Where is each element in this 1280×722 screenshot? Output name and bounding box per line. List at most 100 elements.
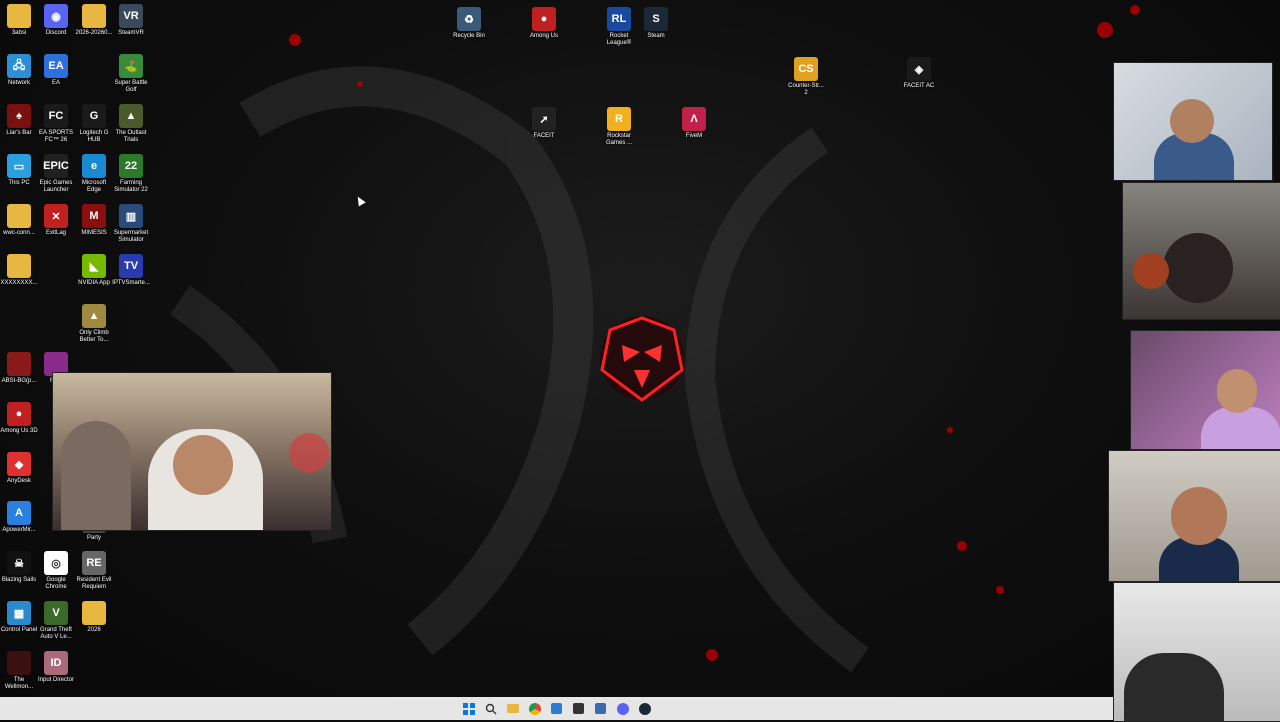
- desktop-icon-label: ApowerMir...: [2, 527, 36, 533]
- discord-icon[interactable]: [615, 701, 631, 717]
- desktop-icon-label: Super Battle Golf: [114, 80, 148, 93]
- desktop-icon-label: Network: [7, 80, 30, 86]
- desktop-icon[interactable]: ID Input Director: [37, 651, 75, 684]
- desktop-icon[interactable]: 22 Farming Simulator 22: [112, 154, 150, 194]
- app-icon: VR: [119, 4, 143, 28]
- desktop-icon[interactable]: XXXXXXXX...: [0, 254, 38, 287]
- desktop-icon-label: Among Us 3D: [0, 428, 38, 434]
- desktop-icon[interactable]: ▭ This PC: [0, 154, 38, 187]
- desktop-icon-label: XXXXXXXX...: [0, 280, 38, 286]
- app-icon: 22: [119, 154, 143, 178]
- desktop-icon[interactable]: V Grand Theft Auto V Le...: [37, 601, 75, 641]
- desktop-icon[interactable]: FC EA SPORTS FC™ 26: [37, 104, 75, 144]
- desktop-icon[interactable]: ▲ Only Climb Better To...: [75, 304, 113, 344]
- app-icon: ✕: [44, 204, 68, 228]
- desktop-icon-label: Liar's Bar: [6, 130, 32, 136]
- desktop-icon[interactable]: ◈ FACEIT AC: [900, 57, 938, 90]
- webcam-feed-4: [1108, 450, 1280, 582]
- app-icon: S: [644, 7, 668, 31]
- file-explorer-icon[interactable]: [505, 701, 521, 717]
- desktop-icon[interactable]: ➚ FACEIT: [525, 107, 563, 140]
- desktop-icon[interactable]: EPIC Epic Games Launcher: [37, 154, 75, 194]
- desktop-icon[interactable]: 3absi: [0, 4, 38, 37]
- desktop-icon[interactable]: ◉ Discord: [37, 4, 75, 37]
- person-left: [61, 421, 131, 530]
- app-icon: ♠: [7, 104, 31, 128]
- app-icon: e: [82, 154, 106, 178]
- app-icon: ▥: [119, 204, 143, 228]
- store-icon[interactable]: [549, 701, 565, 717]
- app-icon: A: [7, 501, 31, 525]
- desktop-icon[interactable]: ● Among Us: [525, 7, 563, 40]
- start-icon[interactable]: [461, 701, 477, 717]
- desktop-icon[interactable]: ◆ AnyDesk: [0, 452, 38, 485]
- desktop-icon[interactable]: wwc-conn...: [0, 204, 38, 237]
- desktop-icon[interactable]: 2026-20260...: [75, 4, 113, 37]
- terminal-icon[interactable]: [593, 701, 609, 717]
- app-icon: ◈: [907, 57, 931, 81]
- app-icon: FC: [44, 104, 68, 128]
- desktop-icon[interactable]: Λ FiveM: [675, 107, 713, 140]
- desktop-icon[interactable]: e Microsoft Edge: [75, 154, 113, 194]
- desktop-icon[interactable]: M MIMESIS: [75, 204, 113, 237]
- app-icon: [7, 651, 31, 675]
- desktop-icon-label: Recycle Bin: [453, 33, 485, 39]
- desktop-icon-label: wwc-conn...: [3, 230, 35, 236]
- desktop-icon[interactable]: ▲ The Outlast Trials: [112, 104, 150, 144]
- desktop-icon[interactable]: ● Among Us 3D: [0, 402, 38, 435]
- desktop-icon-label: Resident Evil Requiem: [76, 577, 112, 590]
- desktop-icon-label: EA SPORTS FC™ 26: [39, 130, 73, 143]
- desktop-icon[interactable]: ♻ Recycle Bin: [450, 7, 488, 40]
- app-icon: ◆: [7, 452, 31, 476]
- desktop-icon-label: Epic Games Launcher: [39, 180, 73, 193]
- xbox-icon[interactable]: [571, 701, 587, 717]
- desktop-icon[interactable]: 2026: [75, 601, 113, 634]
- webcam-feed-main: [52, 372, 332, 531]
- desktop-icon[interactable]: G Logitech G HUB: [75, 104, 113, 144]
- app-icon: R: [607, 107, 631, 131]
- app-icon: ID: [44, 651, 68, 675]
- desktop-icon-label: Only Climb Better To...: [79, 330, 109, 343]
- desktop-icon[interactable]: ▥ Supermarket Simulator: [112, 204, 150, 244]
- desktop-icon[interactable]: EA EA: [37, 54, 75, 87]
- desktop-icon-label: MIMESIS: [81, 230, 107, 236]
- desktop-icon[interactable]: ▦ Control Panel: [0, 601, 38, 634]
- steam-icon[interactable]: [637, 701, 653, 717]
- desktop-icon[interactable]: CS Counter-Str... 2: [787, 57, 825, 97]
- desktop-icon[interactable]: ⛳ Super Battle Golf: [112, 54, 150, 94]
- desktop-icon[interactable]: The Wellmon...: [0, 651, 38, 691]
- desktop-icon-label: Blazing Sails: [1, 577, 37, 583]
- app-icon: ♻: [457, 7, 481, 31]
- desktop-icon[interactable]: RL Rocket League®: [600, 7, 638, 47]
- desktop-icon-label: FiveM: [685, 133, 703, 139]
- desktop-icon-label: FACEIT AC: [903, 83, 935, 89]
- chrome-icon[interactable]: [527, 701, 543, 717]
- app-icon: [7, 204, 31, 228]
- desktop-icon-label: AnyDesk: [6, 478, 31, 484]
- desktop-icon[interactable]: ☠ Blazing Sails: [0, 551, 38, 584]
- desktop-icon[interactable]: RE Resident Evil Requiem: [75, 551, 113, 591]
- app-icon: ▲: [119, 104, 143, 128]
- desktop-icon-label: Party: [86, 535, 101, 541]
- desktop-icon[interactable]: ABSI-BG(p...: [0, 352, 38, 385]
- app-icon: TV: [119, 254, 143, 278]
- desktop-icon-label: Steam: [647, 33, 665, 39]
- eagle-wallpaper-art: [170, 5, 1140, 673]
- app-icon: G: [82, 104, 106, 128]
- desktop-icon[interactable]: R Rockstar Games ...: [600, 107, 638, 147]
- desktop-icon-label: 3absi: [11, 30, 27, 36]
- search-icon[interactable]: [483, 701, 499, 717]
- desktop-icon[interactable]: A ApowerMir...: [0, 501, 38, 534]
- desktop-icon[interactable]: TV IPTVSmarte...: [112, 254, 150, 287]
- app-icon: ▦: [7, 601, 31, 625]
- desktop-icon[interactable]: VR SteamVR: [112, 4, 150, 37]
- desktop-icon[interactable]: ◎ Google Chrome: [37, 551, 75, 591]
- desktop-icon[interactable]: ♠ Liar's Bar: [0, 104, 38, 137]
- desktop-icon[interactable]: 🖧 Network: [0, 54, 38, 87]
- desktop-icon[interactable]: ✕ ExitLag: [37, 204, 75, 237]
- app-icon: [7, 352, 31, 376]
- desktop-icon[interactable]: S Steam: [637, 7, 675, 40]
- desktop-icon[interactable]: ◣ NVIDIA App: [75, 254, 113, 287]
- desktop-icon-label: Discord: [45, 30, 67, 36]
- app-icon: RE: [82, 551, 106, 575]
